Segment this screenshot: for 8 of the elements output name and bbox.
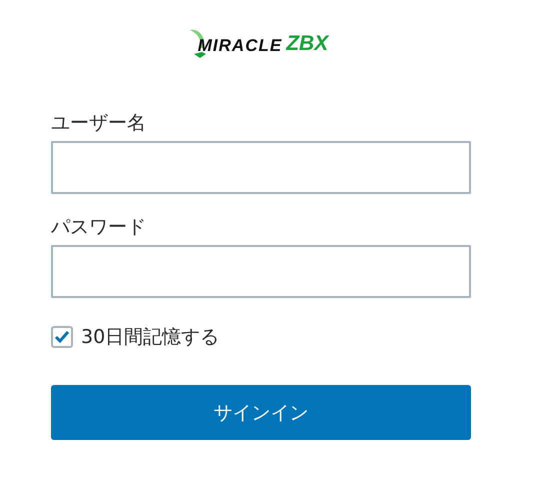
input-field[interactable] [51, 141, 471, 194]
logo: MIRACLE ZBX [188, 14, 328, 56]
sign-in-button[interactable]: サインイン [51, 385, 471, 440]
checkbox[interactable] [51, 326, 73, 348]
input-field[interactable] [51, 245, 471, 298]
field-label: パスワード [51, 215, 147, 240]
checkbox-label: 30日間記憶する [81, 325, 220, 350]
field-label: ユーザー名 [51, 111, 147, 136]
